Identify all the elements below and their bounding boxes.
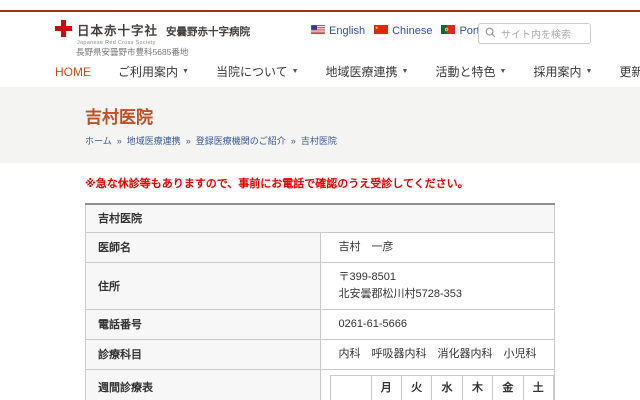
weekly-schedule-table: 月 火 水 木 金 土 午前 ○ ○ ○ ○ ○: [330, 375, 555, 400]
breadcrumb-current: 吉村医院: [301, 134, 337, 147]
breadcrumb-separator: »: [117, 136, 122, 146]
day-sat: 土: [523, 375, 553, 400]
page-title: 吉村医院: [85, 103, 640, 128]
breadcrumb-separator: »: [186, 136, 191, 146]
row-label-address: 住所: [86, 262, 321, 309]
table-row: 診療科目 内科 呼吸器内科 消化器内科 小児科: [86, 339, 555, 369]
row-label-departments: 診療科目: [86, 339, 321, 369]
main-content: ※急な休診等もありますので、事前にお電話で確認のうえ受診してください。 吉村医院…: [0, 163, 640, 400]
chevron-down-icon: ▼: [292, 68, 299, 75]
main-nav: HOME ご利用案内 ▼ 当院について ▼ 地域医療連携 ▼ 活動と特色 ▼ 採…: [0, 56, 640, 87]
breadcrumb-chiiki-iryou[interactable]: 地域医療連携: [127, 134, 181, 147]
hospital-address: 長野県安曇野市豊科5685番地: [76, 46, 188, 58]
nav-item-katsudou[interactable]: 活動と特色 ▼: [435, 63, 506, 80]
row-value-doctor: 吉村 一彦: [320, 232, 555, 262]
portugal-flag-icon: [441, 25, 455, 37]
row-value-departments: 内科 呼吸器内科 消化器内科 小児科: [320, 339, 555, 369]
red-cross-icon: [55, 20, 72, 42]
chevron-down-icon: ▼: [182, 68, 189, 75]
clinic-table-title: 吉村医院: [86, 204, 555, 232]
search-input[interactable]: サイト内を検索: [501, 26, 571, 41]
row-label-phone: 電話番号: [86, 309, 321, 339]
day-tue: 火: [401, 375, 431, 400]
search-icon: [485, 25, 496, 43]
china-flag-icon: [374, 25, 388, 37]
schedule-header-row: 月 火 水 木 金 土: [330, 375, 554, 400]
us-flag-icon: [311, 25, 325, 37]
nav-item-chiiki-iryou[interactable]: 地域医療連携 ▼: [326, 63, 409, 80]
chevron-down-icon: ▼: [500, 68, 507, 75]
row-value-phone: 0261-61-5666: [320, 309, 555, 339]
day-mon: 月: [371, 375, 401, 400]
breadcrumb-touroku-kikan[interactable]: 登録医療機関のご紹介: [196, 134, 286, 147]
breadcrumb: ホーム » 地域医療連携 » 登録医療機関のご紹介 » 吉村医院: [85, 134, 640, 147]
breadcrumb-home[interactable]: ホーム: [85, 134, 112, 147]
site-logo[interactable]: 日本赤十字社 安曇野赤十字病院 Japanese Red Cross Socie…: [55, 20, 250, 46]
site-search-box[interactable]: サイト内を検索: [478, 23, 591, 44]
day-wed: 水: [432, 375, 462, 400]
nav-item-saiyou[interactable]: 採用案内 ▼: [533, 63, 592, 80]
chevron-down-icon: ▼: [402, 68, 409, 75]
row-value-schedule: 月 火 水 木 金 土 午前 ○ ○ ○ ○ ○: [320, 369, 555, 400]
schedule-corner-cell: [330, 375, 371, 400]
table-row: 電話番号 0261-61-5666: [86, 309, 555, 339]
day-fri: 金: [493, 375, 523, 400]
org-name: 日本赤十字社: [77, 20, 158, 39]
top-margin: [0, 0, 640, 10]
site-header: 日本赤十字社 安曇野赤十字病院 Japanese Red Cross Socie…: [0, 12, 640, 56]
language-link-english[interactable]: English: [311, 25, 365, 37]
day-thu: 木: [462, 375, 492, 400]
nav-item-touin[interactable]: 当院について ▼: [216, 63, 299, 80]
nav-item-home[interactable]: HOME: [55, 65, 91, 79]
page-title-band: 吉村医院 ホーム » 地域医療連携 » 登録医療機関のご紹介 » 吉村医院: [0, 87, 640, 163]
table-row-schedule: 週間診療表 月 火 水 木 金 土 午前 ○ ○: [86, 369, 555, 400]
language-link-chinese[interactable]: Chinese: [374, 25, 432, 37]
nav-item-goriyou[interactable]: ご利用案内 ▼: [118, 63, 189, 80]
clinic-info-table: 吉村医院 医師名 吉村 一彦 住所 〒399-8501 北安曇郡松川村5728-…: [85, 203, 555, 400]
table-row-title: 吉村医院: [86, 204, 555, 232]
chevron-down-icon: ▼: [585, 68, 592, 75]
table-row: 医師名 吉村 一彦: [86, 232, 555, 262]
notice-text: ※急な休診等もありますので、事前にお電話で確認のうえ受診してください。: [85, 175, 640, 191]
row-value-address: 〒399-8501 北安曇郡松川村5728-353: [320, 262, 555, 309]
table-row: 住所 〒399-8501 北安曇郡松川村5728-353: [86, 262, 555, 309]
hospital-name: 安曇野赤十字病院: [166, 24, 250, 39]
nav-item-koushin[interactable]: 更新情報: [619, 63, 640, 80]
row-label-schedule: 週間診療表: [86, 369, 321, 400]
row-label-doctor: 医師名: [86, 232, 321, 262]
breadcrumb-separator: »: [291, 136, 296, 146]
